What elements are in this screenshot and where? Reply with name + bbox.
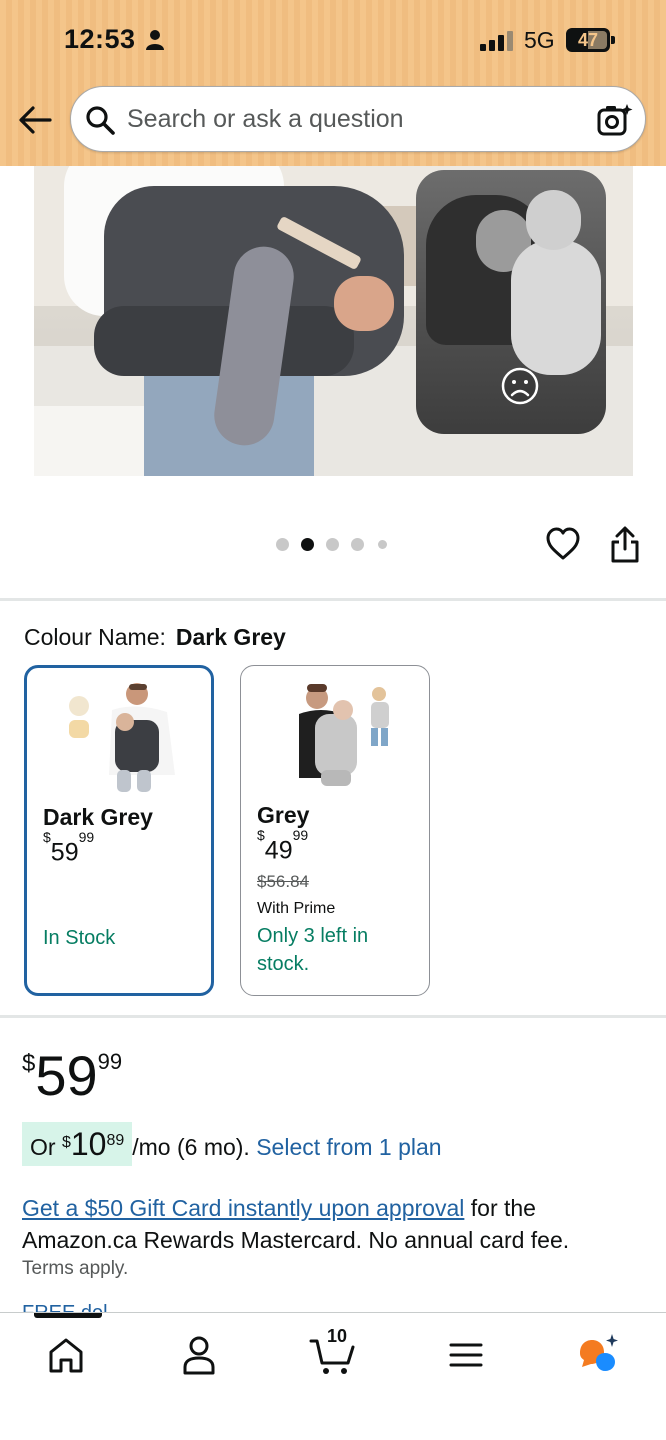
- dark-grey-thumbnail: [67, 680, 182, 795]
- menu-icon[interactable]: [442, 1331, 490, 1379]
- heart-icon[interactable]: [545, 526, 581, 562]
- network-label: 5G: [524, 27, 555, 53]
- section-divider: [0, 1015, 666, 1018]
- carousel-dot[interactable]: [276, 538, 289, 551]
- option-name: Dark Grey: [43, 804, 153, 830]
- product-image[interactable]: [34, 166, 633, 476]
- share-icon[interactable]: [609, 526, 641, 564]
- section-divider: [0, 598, 666, 601]
- frown-face-icon: [501, 367, 539, 405]
- rufus-assistant-icon[interactable]: [574, 1331, 622, 1379]
- gift-card-promo: Get a $50 Gift Card instantly upon appro…: [22, 1192, 642, 1256]
- price-currency: $: [22, 1050, 36, 1077]
- account-icon[interactable]: [175, 1331, 223, 1379]
- plan-prefix: Or: [30, 1134, 56, 1160]
- option-name: Grey: [257, 802, 310, 828]
- option-price-cents: 99: [292, 827, 309, 843]
- colour-label: Colour Name:: [24, 624, 166, 650]
- battery-icon: 47: [566, 28, 616, 52]
- home-icon[interactable]: [42, 1331, 90, 1379]
- signal-icon: [480, 31, 513, 51]
- option-prime-note: With Prime: [257, 900, 336, 917]
- option-price-dollars: 59: [50, 838, 79, 867]
- status-time: 12:53: [64, 24, 136, 54]
- carousel-dot-active[interactable]: [301, 538, 314, 551]
- option-price-dollars: 49: [264, 836, 293, 865]
- carousel-dot[interactable]: [351, 538, 364, 551]
- option-price-cents: 99: [78, 829, 95, 845]
- grey-thumbnail: [281, 678, 396, 793]
- option-stock-status: Only 3 left in stock.: [257, 925, 369, 975]
- camera-lens-icon[interactable]: [597, 103, 633, 137]
- search-bar[interactable]: [70, 86, 646, 152]
- price-dollars: 59: [35, 1044, 98, 1107]
- option-price: $4999: [257, 827, 309, 865]
- carousel-dot[interactable]: [378, 540, 387, 549]
- gift-card-link[interactable]: Get a $50 Gift Card instantly upon appro…: [22, 1195, 464, 1221]
- plan-cents: 89: [106, 1132, 125, 1149]
- product-page: 12:53 5G 47 Search or ask a question Col…: [0, 0, 666, 1440]
- person-icon: [146, 30, 164, 50]
- battery-level: 47: [577, 30, 599, 50]
- monthly-plan-badge: Or $1089: [22, 1122, 133, 1166]
- price-cents: 99: [97, 1049, 123, 1074]
- app-header: 12:53 5G 47: [0, 0, 666, 166]
- back-arrow-icon[interactable]: [18, 104, 52, 136]
- select-plan-link[interactable]: Select from 1 plan: [256, 1134, 441, 1160]
- colour-option-dark-grey[interactable]: Dark Grey $5999 In Stock: [24, 665, 214, 996]
- colour-name-row: Colour Name: Dark Grey: [24, 624, 286, 651]
- inset-comparison-photo: [416, 170, 606, 434]
- cart-count-badge: 10: [327, 1326, 348, 1346]
- plan-dollars: 10: [70, 1126, 107, 1162]
- terms-note: Terms apply.: [22, 1258, 129, 1279]
- plan-suffix: /mo (6 mo).: [132, 1134, 250, 1160]
- option-list-price: $56.84: [257, 872, 309, 891]
- carousel-dot[interactable]: [326, 538, 339, 551]
- search-icon: [86, 106, 115, 135]
- monthly-plan-row: Or $1089/mo (6 mo). Select from 1 plan: [22, 1122, 442, 1166]
- option-stock-status: In Stock: [43, 927, 116, 949]
- plan-currency: $: [61, 1134, 71, 1151]
- active-tab-indicator: [34, 1313, 102, 1318]
- colour-selected-value: Dark Grey: [175, 624, 286, 650]
- option-price: $5999: [43, 829, 95, 867]
- search-input[interactable]: [127, 97, 577, 141]
- colour-option-grey[interactable]: Grey $4999 $56.84 With Prime Only 3 left…: [240, 665, 430, 996]
- product-price: $5999: [22, 1044, 122, 1120]
